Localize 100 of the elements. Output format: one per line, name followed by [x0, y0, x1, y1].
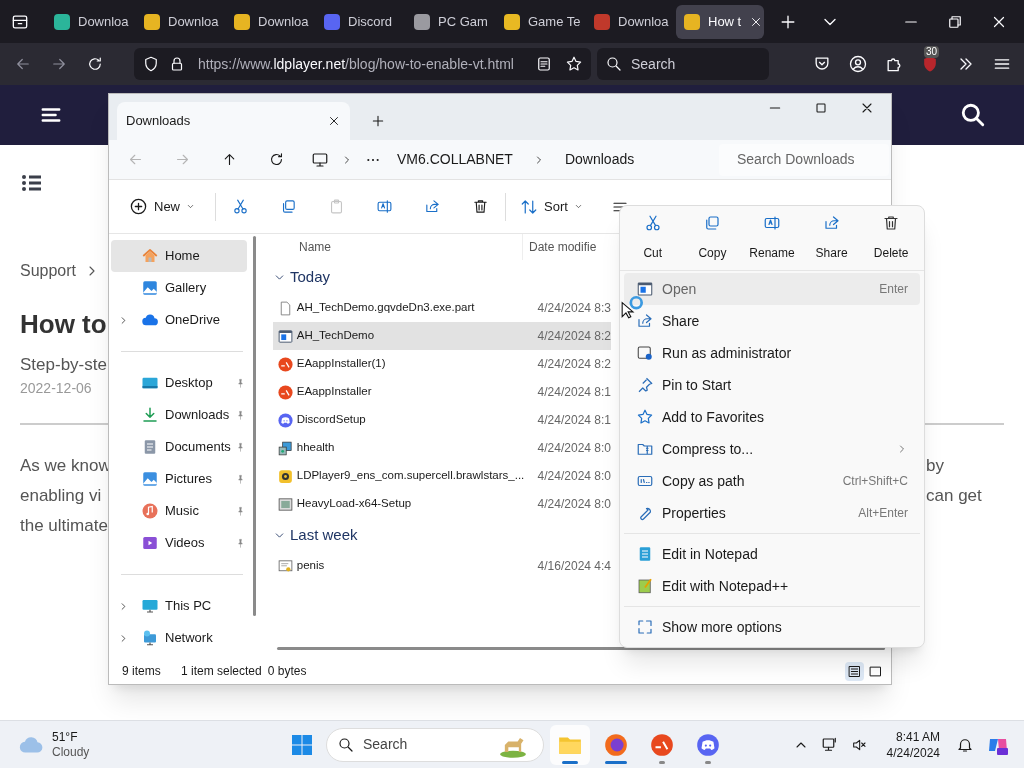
- menu-item[interactable]: Add to Favorites: [624, 401, 920, 433]
- nav-item[interactable]: OneDrive: [111, 304, 247, 336]
- menu-item[interactable]: Compress to...: [624, 433, 920, 465]
- maximize-icon[interactable]: [813, 100, 829, 116]
- menu-item[interactable]: Pin to Start: [624, 369, 920, 401]
- nav-item[interactable]: Pictures: [111, 463, 247, 495]
- search-icon: [605, 55, 623, 73]
- menu-item[interactable]: Show more options: [624, 611, 920, 643]
- file-date: 4/16/2024 4:4: [537, 558, 611, 575]
- notepad-icon: [636, 577, 654, 595]
- nav-item[interactable]: Videos: [111, 527, 247, 559]
- file-row[interactable]: EAappInstaller 4/24/2024 8:1: [273, 378, 611, 406]
- breadcrumb-item[interactable]: Downloads: [560, 149, 639, 170]
- details-view-button[interactable]: [845, 661, 864, 681]
- browser-tab[interactable]: How t: [676, 4, 764, 39]
- file-date: 4/24/2024 8:2: [537, 328, 611, 345]
- menu-item[interactable]: Share: [624, 305, 920, 337]
- action-button[interactable]: Cut: [623, 214, 683, 262]
- monitor-icon[interactable]: [311, 150, 329, 169]
- browser-tab[interactable]: Discord: [316, 4, 404, 39]
- breadcrumb-link[interactable]: Support: [20, 259, 77, 283]
- shortcut-text: Ctrl+Shift+C: [842, 473, 908, 490]
- scissors-icon[interactable]: [232, 198, 249, 215]
- share-icon: [822, 214, 841, 232]
- file-date: 4/24/2024 8:0: [537, 496, 611, 513]
- menu-item[interactable]: Run as administrator: [624, 337, 920, 369]
- close-icon[interactable]: [327, 114, 341, 128]
- clipboard-icon[interactable]: [328, 198, 345, 215]
- browser-tab[interactable]: Downloa: [46, 4, 134, 39]
- windows-logo-icon[interactable]: [290, 732, 314, 757]
- file-name: HeavyLoad-x64-Setup: [296, 497, 412, 510]
- nav-item[interactable]: Home: [111, 240, 247, 272]
- column-header[interactable]: Name: [273, 234, 523, 260]
- file-name: DiscordSetup: [296, 413, 366, 426]
- tiles-view-icon: [868, 663, 883, 679]
- file-row[interactable]: hhealth 4/24/2024 8:0: [273, 434, 611, 462]
- copy-icon[interactable]: [280, 198, 297, 215]
- star-icon[interactable]: [565, 55, 583, 73]
- menu-item[interactable]: Edit in Notepad: [624, 538, 920, 570]
- nav-item[interactable]: Downloads: [111, 399, 247, 431]
- action-button[interactable]: Rename: [742, 214, 802, 262]
- monitor-icon: [141, 597, 159, 615]
- rename-icon[interactable]: [376, 198, 393, 215]
- taskbar-search[interactable]: Search: [326, 727, 544, 762]
- search-icon: [337, 735, 355, 754]
- browser-tab[interactable]: Game Te: [496, 4, 584, 39]
- action-button[interactable]: Copy: [682, 214, 743, 262]
- reader-icon[interactable]: [535, 55, 553, 73]
- nav-item[interactable]: Music: [111, 495, 247, 527]
- refresh-icon[interactable]: [268, 151, 285, 168]
- network-icon: [141, 629, 159, 647]
- file-row[interactable]: AH_TechDemo 4/24/2024 8:2: [273, 322, 611, 350]
- delete-button[interactable]: Delete: [861, 214, 921, 262]
- search-field[interactable]: Search Downloads: [719, 143, 889, 176]
- nav-item[interactable]: This PC: [111, 590, 247, 622]
- breadcrumb-item[interactable]: VM6.COLLABNET: [393, 149, 517, 170]
- column-header[interactable]: Date modifie: [523, 238, 597, 256]
- browser-tab[interactable]: Downloa: [136, 4, 224, 39]
- file-row[interactable]: DiscordSetup 4/24/2024 8:1: [273, 406, 611, 434]
- account-icon[interactable]: [848, 54, 868, 74]
- address-bar[interactable]: https://www.ldplayer.net/blog/how-to-enable-vt.html: [134, 48, 591, 80]
- download-icon: [141, 406, 159, 424]
- search-field[interactable]: Search: [597, 48, 769, 80]
- weather-widget[interactable]: 51°F Cloudy: [0, 729, 290, 760]
- file-name: AH_TechDemo: [296, 329, 375, 342]
- file-row[interactable]: penis 4/16/2024 4:4: [273, 552, 611, 580]
- scrollbar-thumb[interactable]: [253, 236, 256, 616]
- menu-item[interactable]: Copy as path Ctrl+Shift+C: [624, 465, 920, 497]
- paragraph-text: the ultimate: [20, 516, 108, 536]
- nav-item[interactable]: Desktop: [111, 367, 247, 399]
- explorer-tab[interactable]: Downloads: [117, 102, 350, 140]
- browser-tab[interactable]: Downloa: [226, 4, 314, 39]
- menu-item[interactable]: Edit with Notepad++: [624, 570, 920, 602]
- browser-tab[interactable]: Downloa: [586, 4, 674, 39]
- action-button[interactable]: Share: [801, 214, 862, 262]
- pin-icon: [636, 376, 654, 394]
- nav-item[interactable]: Network: [111, 622, 247, 654]
- trash-icon[interactable]: [472, 198, 489, 215]
- share-icon[interactable]: [424, 198, 441, 215]
- network-status-icon[interactable]: [820, 735, 839, 754]
- menu-item[interactable]: Properties Alt+Enter: [624, 497, 920, 529]
- article-title: How to: [20, 308, 107, 341]
- refresh-icon[interactable]: [86, 55, 104, 73]
- nav-item[interactable]: Gallery: [111, 272, 247, 304]
- file-row[interactable]: AH_TechDemo.gqvdeDn3.exe.part 4/24/2024 8:3: [273, 294, 611, 322]
- search-icon[interactable]: [960, 102, 986, 128]
- file-name: hhealth: [296, 441, 335, 454]
- file-row[interactable]: EAappInstaller(1) 4/24/2024 8:2: [273, 350, 611, 378]
- shield-icon[interactable]: [142, 55, 160, 73]
- file-row[interactable]: LDPlayer9_ens_com.supercell.brawlstars_... 4/24/2024 8:0: [273, 462, 611, 490]
- chevron-down-icon: [186, 202, 195, 211]
- file-row[interactable]: HeavyLoad-x64-Setup 4/24/2024 8:0: [273, 490, 611, 518]
- clock[interactable]: 8:41 AM 4/24/2024: [886, 728, 940, 761]
- sort-button[interactable]: Sort: [516, 190, 587, 223]
- new-button[interactable]: New: [125, 190, 199, 223]
- nav-item[interactable]: Documents: [111, 431, 247, 463]
- menu-item[interactable]: Open Enter: [624, 273, 920, 305]
- article-date: 2022-12-06: [20, 378, 92, 398]
- taskbar-app[interactable]: [550, 724, 590, 765]
- browser-tab[interactable]: PC Gam: [406, 4, 494, 39]
